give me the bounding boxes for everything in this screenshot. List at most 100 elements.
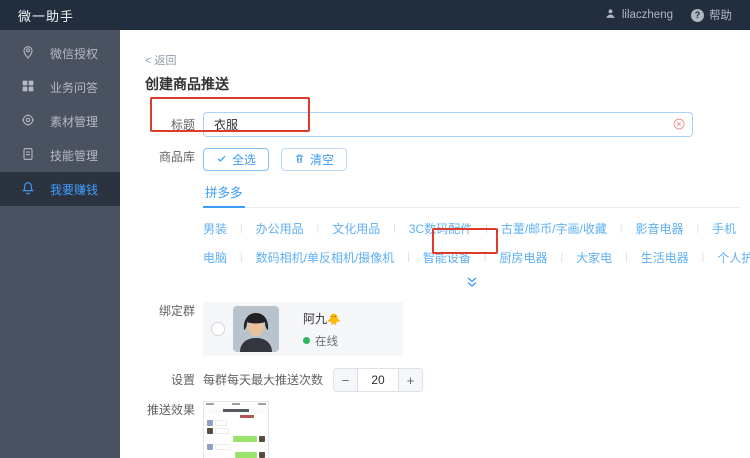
category-link[interactable]: 电脑 — [203, 249, 227, 266]
user-icon — [604, 7, 617, 23]
double-chevron-down-icon[interactable] — [464, 274, 480, 290]
stepper-minus-button[interactable]: − — [334, 369, 359, 391]
document-icon — [20, 146, 36, 165]
chat-row-left — [207, 428, 265, 434]
help-label: 帮助 — [709, 10, 732, 22]
category-divider: | — [316, 223, 320, 234]
sidebar-item-skill-mgmt[interactable]: 技能管理 — [0, 138, 120, 172]
help-icon: ? — [691, 8, 704, 22]
category-link[interactable]: 办公用品 — [256, 220, 304, 237]
sidebar-item-business-qa[interactable]: 业务问答 — [0, 70, 120, 104]
group-card[interactable]: 阿九🐥 在线 — [203, 302, 403, 356]
category-row-2: 电脑 | 数码相机/单反相机/摄像机 | 智能设备 | 厨房电器 | 大家电 |… — [203, 249, 750, 266]
library-field: 全选 清空 拼多多 男装 | 办公用品 | 文化用品 | 3C数码配件 | 古董… — [203, 148, 750, 290]
chat-row-left — [207, 420, 265, 426]
category-link[interactable]: 智能设备 — [423, 249, 471, 266]
sidebar-item-label: 素材管理 — [50, 114, 99, 129]
location-pin-icon — [20, 44, 36, 63]
category-divider: | — [407, 252, 410, 263]
sidebar-item-label: 微信授权 — [50, 46, 99, 61]
category-link[interactable]: 个人护理保健 — [717, 249, 750, 266]
group-meta: 阿九🐥 在线 — [303, 310, 341, 349]
page-title: 创建商品推送 — [145, 76, 229, 92]
chat-row-right — [207, 452, 265, 458]
category-link[interactable]: 厨房电器 — [500, 249, 548, 266]
check-icon — [216, 153, 227, 167]
category-link[interactable]: 男装 — [203, 220, 227, 237]
category-row-1: 男装 | 办公用品 | 文化用品 | 3C数码配件 | 古董/邮币/字画/收藏 … — [203, 220, 750, 237]
main-content: < 返回 创建商品推送 标题 商品库 全选 — [120, 30, 750, 458]
top-header: 微一助手 lilaczheng ? 帮助 — [0, 0, 750, 30]
sidebar-item-material-mgmt[interactable]: 素材管理 — [0, 104, 120, 138]
source-tabs: 拼多多 — [203, 179, 740, 208]
preview-row: 推送效果 — [145, 401, 734, 458]
chat-row-left — [207, 444, 265, 450]
bell-icon — [20, 180, 36, 199]
category-link[interactable]: 数码相机/单反相机/摄像机 — [256, 249, 395, 266]
category-divider: | — [619, 223, 623, 234]
sidebar-item-label: 我要赚钱 — [50, 182, 99, 197]
preview-navbar — [204, 407, 268, 414]
online-status: 在线 — [303, 333, 341, 349]
sidebar-item-wechat-auth[interactable]: 微信授权 — [0, 36, 120, 70]
category-divider: | — [701, 252, 705, 263]
select-all-button[interactable]: 全选 — [203, 148, 270, 171]
settings-description: 每群每天最大推送次数 — [203, 373, 324, 387]
stepper-plus-button[interactable]: + — [398, 369, 423, 391]
category-link[interactable]: 影音电器 — [635, 220, 683, 237]
sidebar-item-make-money[interactable]: 我要赚钱 — [0, 172, 120, 206]
category-link[interactable]: 大家电 — [576, 249, 612, 266]
library-buttons: 全选 清空 — [203, 148, 750, 171]
sidebar-item-label: 技能管理 — [50, 148, 99, 163]
category-link[interactable]: 手机 — [712, 220, 736, 237]
category-divider: | — [696, 223, 700, 234]
clear-input-icon[interactable] — [672, 117, 686, 131]
group-name: 阿九🐥 — [303, 311, 341, 326]
gear-icon — [20, 112, 36, 131]
app-window: 微一助手 lilaczheng ? 帮助 微信授权 业务问答 素材管理 技能管理… — [0, 0, 750, 458]
settings-label: 设置 — [170, 373, 195, 387]
clear-all-label: 清空 — [310, 153, 335, 167]
trash-icon — [294, 153, 305, 167]
grid-icon — [20, 78, 36, 97]
back-link[interactable]: < 返回 — [145, 52, 734, 68]
category-divider: | — [560, 252, 564, 263]
group-checkbox[interactable] — [211, 322, 225, 336]
bind-group-row: 绑定群 阿九🐥 在线 — [145, 302, 734, 356]
category-link[interactable]: 3C数码配件 — [409, 220, 472, 237]
select-all-label: 全选 — [232, 153, 257, 167]
push-count-stepper: − 20 + — [333, 368, 424, 392]
help-button[interactable]: ? 帮助 — [691, 7, 732, 23]
library-label: 商品库 — [158, 150, 195, 164]
username: lilaczheng — [621, 9, 673, 21]
category-link[interactable]: 生活电器 — [641, 249, 689, 266]
header-actions: lilaczheng ? 帮助 — [604, 7, 732, 23]
category-link[interactable]: 文化用品 — [332, 220, 380, 237]
title-input[interactable] — [203, 112, 693, 137]
library-row: 商品库 全选 清空 拼多多 男装 | 办公用品 | 文化用品 | 3C数码配件 … — [145, 148, 750, 290]
category-divider: | — [240, 223, 243, 234]
category-divider: | — [393, 223, 396, 234]
stepper-value[interactable]: 20 — [358, 369, 399, 391]
category-link[interactable]: 古董/邮币/字画/收藏 — [501, 220, 607, 237]
sidebar-item-label: 业务问答 — [50, 80, 99, 95]
chick-emoji: 🐥 — [327, 313, 341, 326]
settings-row: 设置 每群每天最大推送次数 − 20 + — [145, 368, 734, 392]
clear-all-button[interactable]: 清空 — [281, 148, 348, 171]
category-divider: | — [240, 252, 243, 263]
title-label: 标题 — [170, 118, 195, 132]
chat-row-right — [207, 436, 265, 442]
user-menu[interactable]: lilaczheng — [604, 7, 673, 23]
preview-badge — [240, 415, 254, 418]
title-input-wrap — [203, 112, 693, 137]
title-row: 标题 — [145, 112, 734, 138]
category-divider: | — [485, 223, 488, 234]
app-title: 微一助手 — [18, 8, 75, 24]
expand-row — [203, 274, 740, 290]
tab-pinduoduo[interactable]: 拼多多 — [203, 179, 245, 208]
status-text: 在线 — [315, 335, 338, 348]
push-effect-preview-image — [203, 401, 269, 458]
category-divider: | — [483, 252, 487, 263]
category-divider: | — [625, 252, 628, 263]
preview-label: 推送效果 — [146, 403, 195, 417]
